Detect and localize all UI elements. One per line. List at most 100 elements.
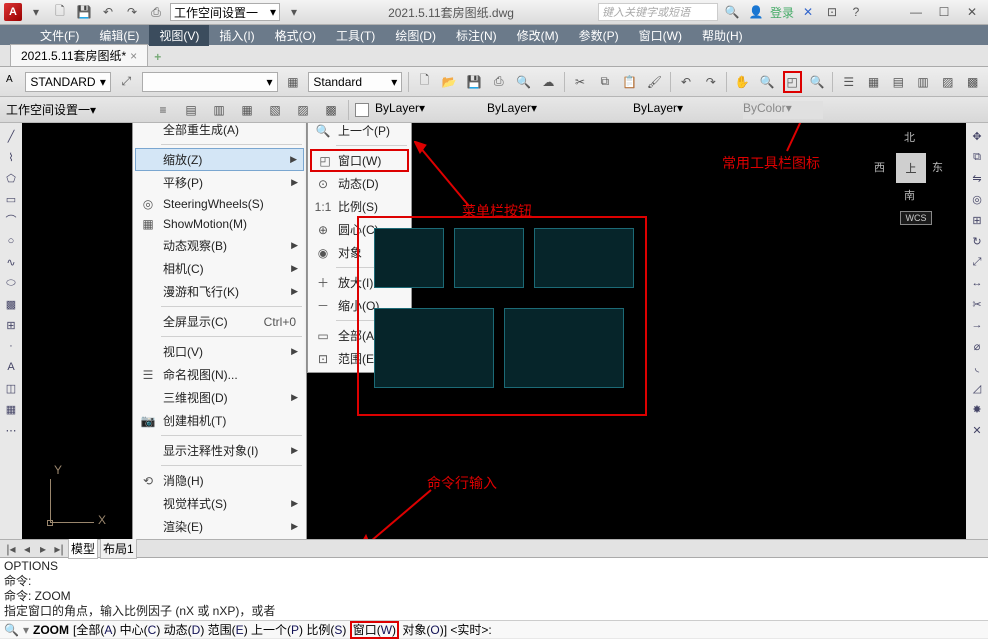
text-icon[interactable]: A (2, 358, 20, 376)
trim-icon[interactable]: ✂ (968, 295, 986, 313)
plot-icon[interactable]: ⎙ (489, 71, 508, 93)
layer-mgr-icon[interactable]: ≡ (152, 99, 174, 121)
menu-item[interactable]: 格式(O) (265, 25, 326, 46)
workspace-combo[interactable]: 工作空间设置一▾ (170, 3, 280, 21)
pline-icon[interactable]: ⌇ (2, 148, 20, 166)
help-icon[interactable]: ? (846, 2, 866, 22)
move-icon[interactable]: ✥ (968, 127, 986, 145)
table-style-combo[interactable]: Standard▾ (308, 72, 402, 92)
nav-button[interactable]: ▸| (52, 542, 66, 556)
menu-item[interactable]: 标注(N) (446, 25, 507, 46)
menu-item[interactable]: 参数(P) (569, 25, 629, 46)
layer-icon[interactable]: ▨ (292, 99, 314, 121)
menu-item[interactable]: 视觉样式(S)▶ (135, 492, 304, 515)
submenu-item[interactable]: 1:1比例(S) (310, 195, 409, 218)
menu-item[interactable]: 帮助(H) (692, 25, 753, 46)
sheet-icon[interactable]: ▥ (914, 71, 933, 93)
undo-icon[interactable]: ↶ (98, 2, 118, 22)
viewcube[interactable]: 北 东 南 西 上 (876, 133, 946, 203)
open-file-icon[interactable]: 📂 (440, 71, 459, 93)
viewcube-face[interactable]: 上 (896, 153, 926, 183)
arc-icon[interactable]: ⌒ (2, 211, 20, 229)
close-button[interactable]: ✕ (960, 3, 984, 21)
menu-item[interactable]: 全部重生成(A) (135, 123, 304, 141)
layer-icon[interactable]: ▧ (264, 99, 286, 121)
menu-item[interactable]: 显示注释性对象(I)▶ (135, 439, 304, 462)
print-icon[interactable]: ⎙ (146, 2, 166, 22)
cut-icon[interactable]: ✂ (571, 71, 590, 93)
autodesk-icon[interactable]: ⊡ (822, 2, 842, 22)
preview-icon[interactable]: 🔍 (514, 71, 533, 93)
submenu-item[interactable]: 🔍上一个(P) (310, 123, 409, 142)
spline-icon[interactable]: ∿ (2, 253, 20, 271)
menu-item[interactable]: ☰命名视图(N)... (135, 363, 304, 386)
menu-item[interactable]: 视图(V) (149, 25, 209, 46)
drawing-canvas[interactable]: ↺重画(R)重生成(G)全部重生成(A)缩放(Z)▶平移(P)▶◎Steerin… (22, 123, 966, 539)
new-file-icon[interactable]: 🗋 (415, 71, 434, 93)
menu-item[interactable]: ◎SteeringWheels(S) (135, 194, 304, 214)
pan-icon[interactable]: ✋ (733, 71, 752, 93)
layout-tab[interactable]: 布局1 (100, 538, 137, 559)
menu-item[interactable]: 漫游和飞行(K)▶ (135, 280, 304, 303)
undo-icon[interactable]: ↶ (677, 71, 696, 93)
tablestyle-icon[interactable]: ▦ (284, 71, 303, 93)
calc-icon[interactable]: ▩ (963, 71, 982, 93)
table-icon[interactable]: ▦ (2, 400, 20, 418)
layer-icon[interactable]: ▥ (208, 99, 230, 121)
mirror-icon[interactable]: ⇋ (968, 169, 986, 187)
menu-item[interactable]: 插入(I) (209, 25, 264, 46)
menu-item[interactable]: 绘图(D) (385, 25, 446, 46)
extend-icon[interactable]: → (968, 316, 986, 334)
toolpalette-icon[interactable]: ▤ (889, 71, 908, 93)
menu-item[interactable]: 修改(M) (507, 25, 569, 46)
chamfer-icon[interactable]: ◿ (968, 379, 986, 397)
plotstyle-combo[interactable]: ByColor▾ (743, 101, 823, 119)
maximize-button[interactable]: ☐ (932, 3, 956, 21)
redo-icon[interactable]: ↷ (122, 2, 142, 22)
wcs-label[interactable]: WCS (900, 211, 932, 225)
layer-icon[interactable]: ▩ (320, 99, 342, 121)
menu-item[interactable]: ⟲消隐(H) (135, 469, 304, 492)
fillet-icon[interactable]: ◟ (968, 358, 986, 376)
nav-button[interactable]: ◂ (20, 542, 34, 556)
copy-icon[interactable]: ⧉ (968, 148, 986, 166)
menu-item[interactable]: 相机(C)▶ (135, 257, 304, 280)
publish-icon[interactable]: ☁ (539, 71, 558, 93)
close-icon[interactable]: × (130, 49, 137, 63)
layout-tab[interactable]: 模型 (68, 538, 98, 559)
rotate-icon[interactable]: ↻ (968, 232, 986, 250)
zoom-realtime-icon[interactable]: 🔍 (758, 71, 777, 93)
menu-item[interactable]: 视口(V)▶ (135, 340, 304, 363)
text-style-combo[interactable]: STANDARD▾ (25, 72, 111, 92)
zoom-prev-icon[interactable]: 🔍 (808, 71, 827, 93)
menu-item[interactable]: 工具(T) (326, 25, 385, 46)
color-swatch[interactable] (355, 103, 369, 117)
menu-item[interactable]: 缩放(Z)▶ (135, 148, 304, 171)
scale-icon[interactable]: ⤢ (968, 253, 986, 271)
zoom-window-icon[interactable]: ◰ (783, 71, 802, 93)
submenu-item[interactable]: ◰窗口(W) (310, 149, 409, 172)
offset-icon[interactable]: ◎ (968, 190, 986, 208)
array-icon[interactable]: ⊞ (968, 211, 986, 229)
block-icon[interactable]: ⊞ (2, 316, 20, 334)
menu-item[interactable]: 渲染(E)▶ (135, 515, 304, 538)
workspace-combo-2[interactable]: 工作空间设置一▾ (6, 101, 146, 119)
doc-tab[interactable]: 2021.5.11套房图纸* × (10, 44, 148, 66)
menu-item[interactable]: ▦ShowMotion(M) (135, 214, 304, 234)
properties-icon[interactable]: ☰ (839, 71, 858, 93)
search-icon[interactable]: 🔍 (722, 2, 742, 22)
command-prompt[interactable]: 🔍 ▾ ZOOM [全部(A) 中心(C) 动态(D) 范围(E) 上一个(P)… (0, 620, 988, 638)
menu-item[interactable]: 平移(P)▶ (135, 171, 304, 194)
polygon-icon[interactable]: ⬠ (2, 169, 20, 187)
region-icon[interactable]: ◫ (2, 379, 20, 397)
linetype-combo[interactable]: ByLayer▾ (481, 101, 621, 119)
submenu-item[interactable]: ⊙动态(D) (310, 172, 409, 195)
nav-button[interactable]: |◂ (4, 542, 18, 556)
nav-button[interactable]: ▸ (36, 542, 50, 556)
menu-item[interactable]: 文件(F) (30, 25, 89, 46)
paste-icon[interactable]: 📋 (620, 71, 639, 93)
dimstyle-icon[interactable]: ⤢ (117, 71, 136, 93)
dim-style-combo[interactable]: ▾ (142, 72, 278, 92)
menu-item[interactable]: 编辑(E) (89, 25, 149, 46)
textstyle-icon[interactable]: A (6, 74, 19, 90)
